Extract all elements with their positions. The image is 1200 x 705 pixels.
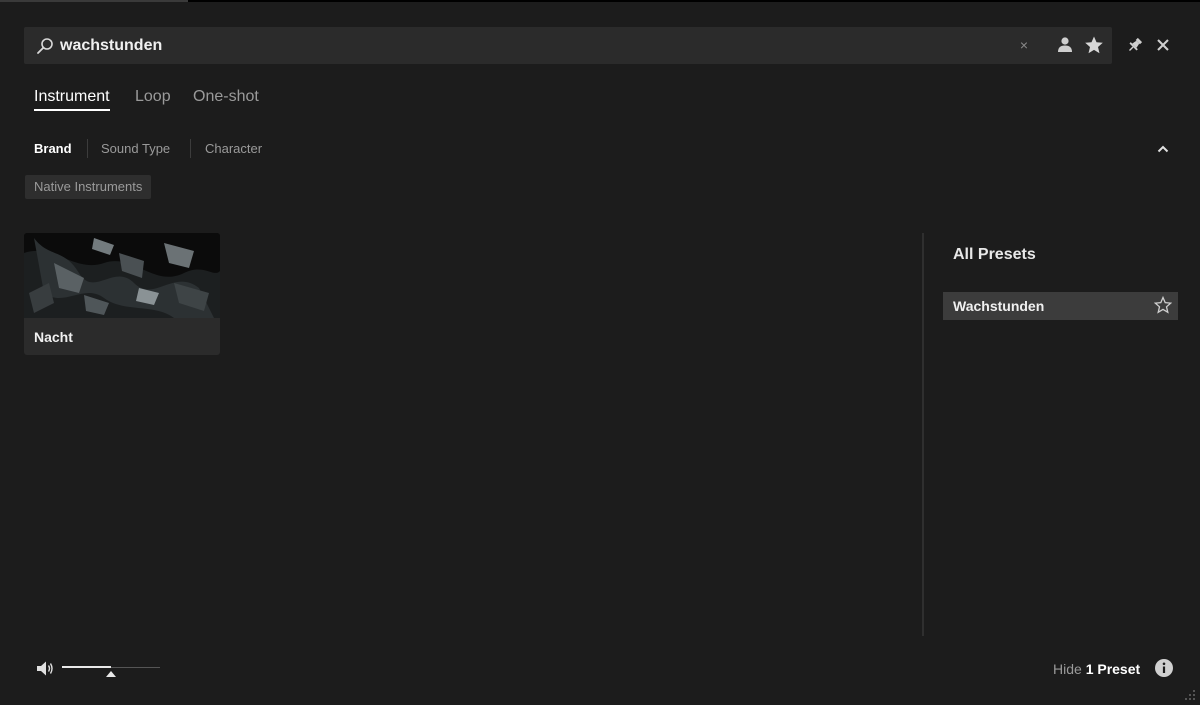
tab-instrument[interactable]: Instrument [34, 88, 110, 111]
filter-divider [87, 139, 88, 158]
user-icon[interactable] [1056, 36, 1074, 54]
volume-fill [62, 666, 111, 668]
speaker-icon[interactable] [36, 660, 54, 677]
brand-chip-native-instruments[interactable]: Native Instruments [25, 175, 152, 199]
search-bar: × [24, 27, 1112, 64]
filter-brand[interactable]: Brand [34, 141, 72, 156]
product-card[interactable]: Nacht [24, 233, 220, 355]
tab-one-shot[interactable]: One-shot [193, 88, 259, 106]
volume-handle[interactable] [106, 671, 116, 677]
preset-row[interactable]: Wachstunden [943, 292, 1178, 320]
hide-label: Hide [1053, 661, 1082, 677]
filter-divider [190, 139, 191, 158]
product-name: Nacht [34, 329, 73, 345]
product-thumbnail [24, 233, 220, 318]
hide-presets-toggle[interactable]: Hide 1 Preset [1053, 661, 1140, 677]
window-top-border [0, 0, 1200, 2]
search-input[interactable] [60, 27, 1010, 64]
panel-divider [922, 233, 924, 636]
filter-character[interactable]: Character [205, 141, 262, 156]
clear-search-icon[interactable]: × [1017, 37, 1031, 53]
volume-slider[interactable] [62, 662, 160, 678]
pin-icon[interactable] [1126, 36, 1144, 54]
preset-count: 1 Preset [1085, 661, 1141, 677]
resize-grip-icon[interactable] [1184, 689, 1196, 701]
close-icon[interactable] [1155, 37, 1171, 53]
search-icon [37, 38, 53, 54]
presets-panel-title: All Presets [953, 246, 1036, 263]
filter-sound-type[interactable]: Sound Type [101, 141, 170, 156]
favorite-star-icon[interactable] [1154, 296, 1172, 314]
info-icon[interactable] [1155, 659, 1173, 677]
tab-loop[interactable]: Loop [135, 88, 171, 106]
favorites-star-icon[interactable] [1084, 35, 1104, 55]
chevron-up-icon[interactable] [1156, 142, 1170, 156]
preset-name: Wachstunden [953, 298, 1045, 314]
